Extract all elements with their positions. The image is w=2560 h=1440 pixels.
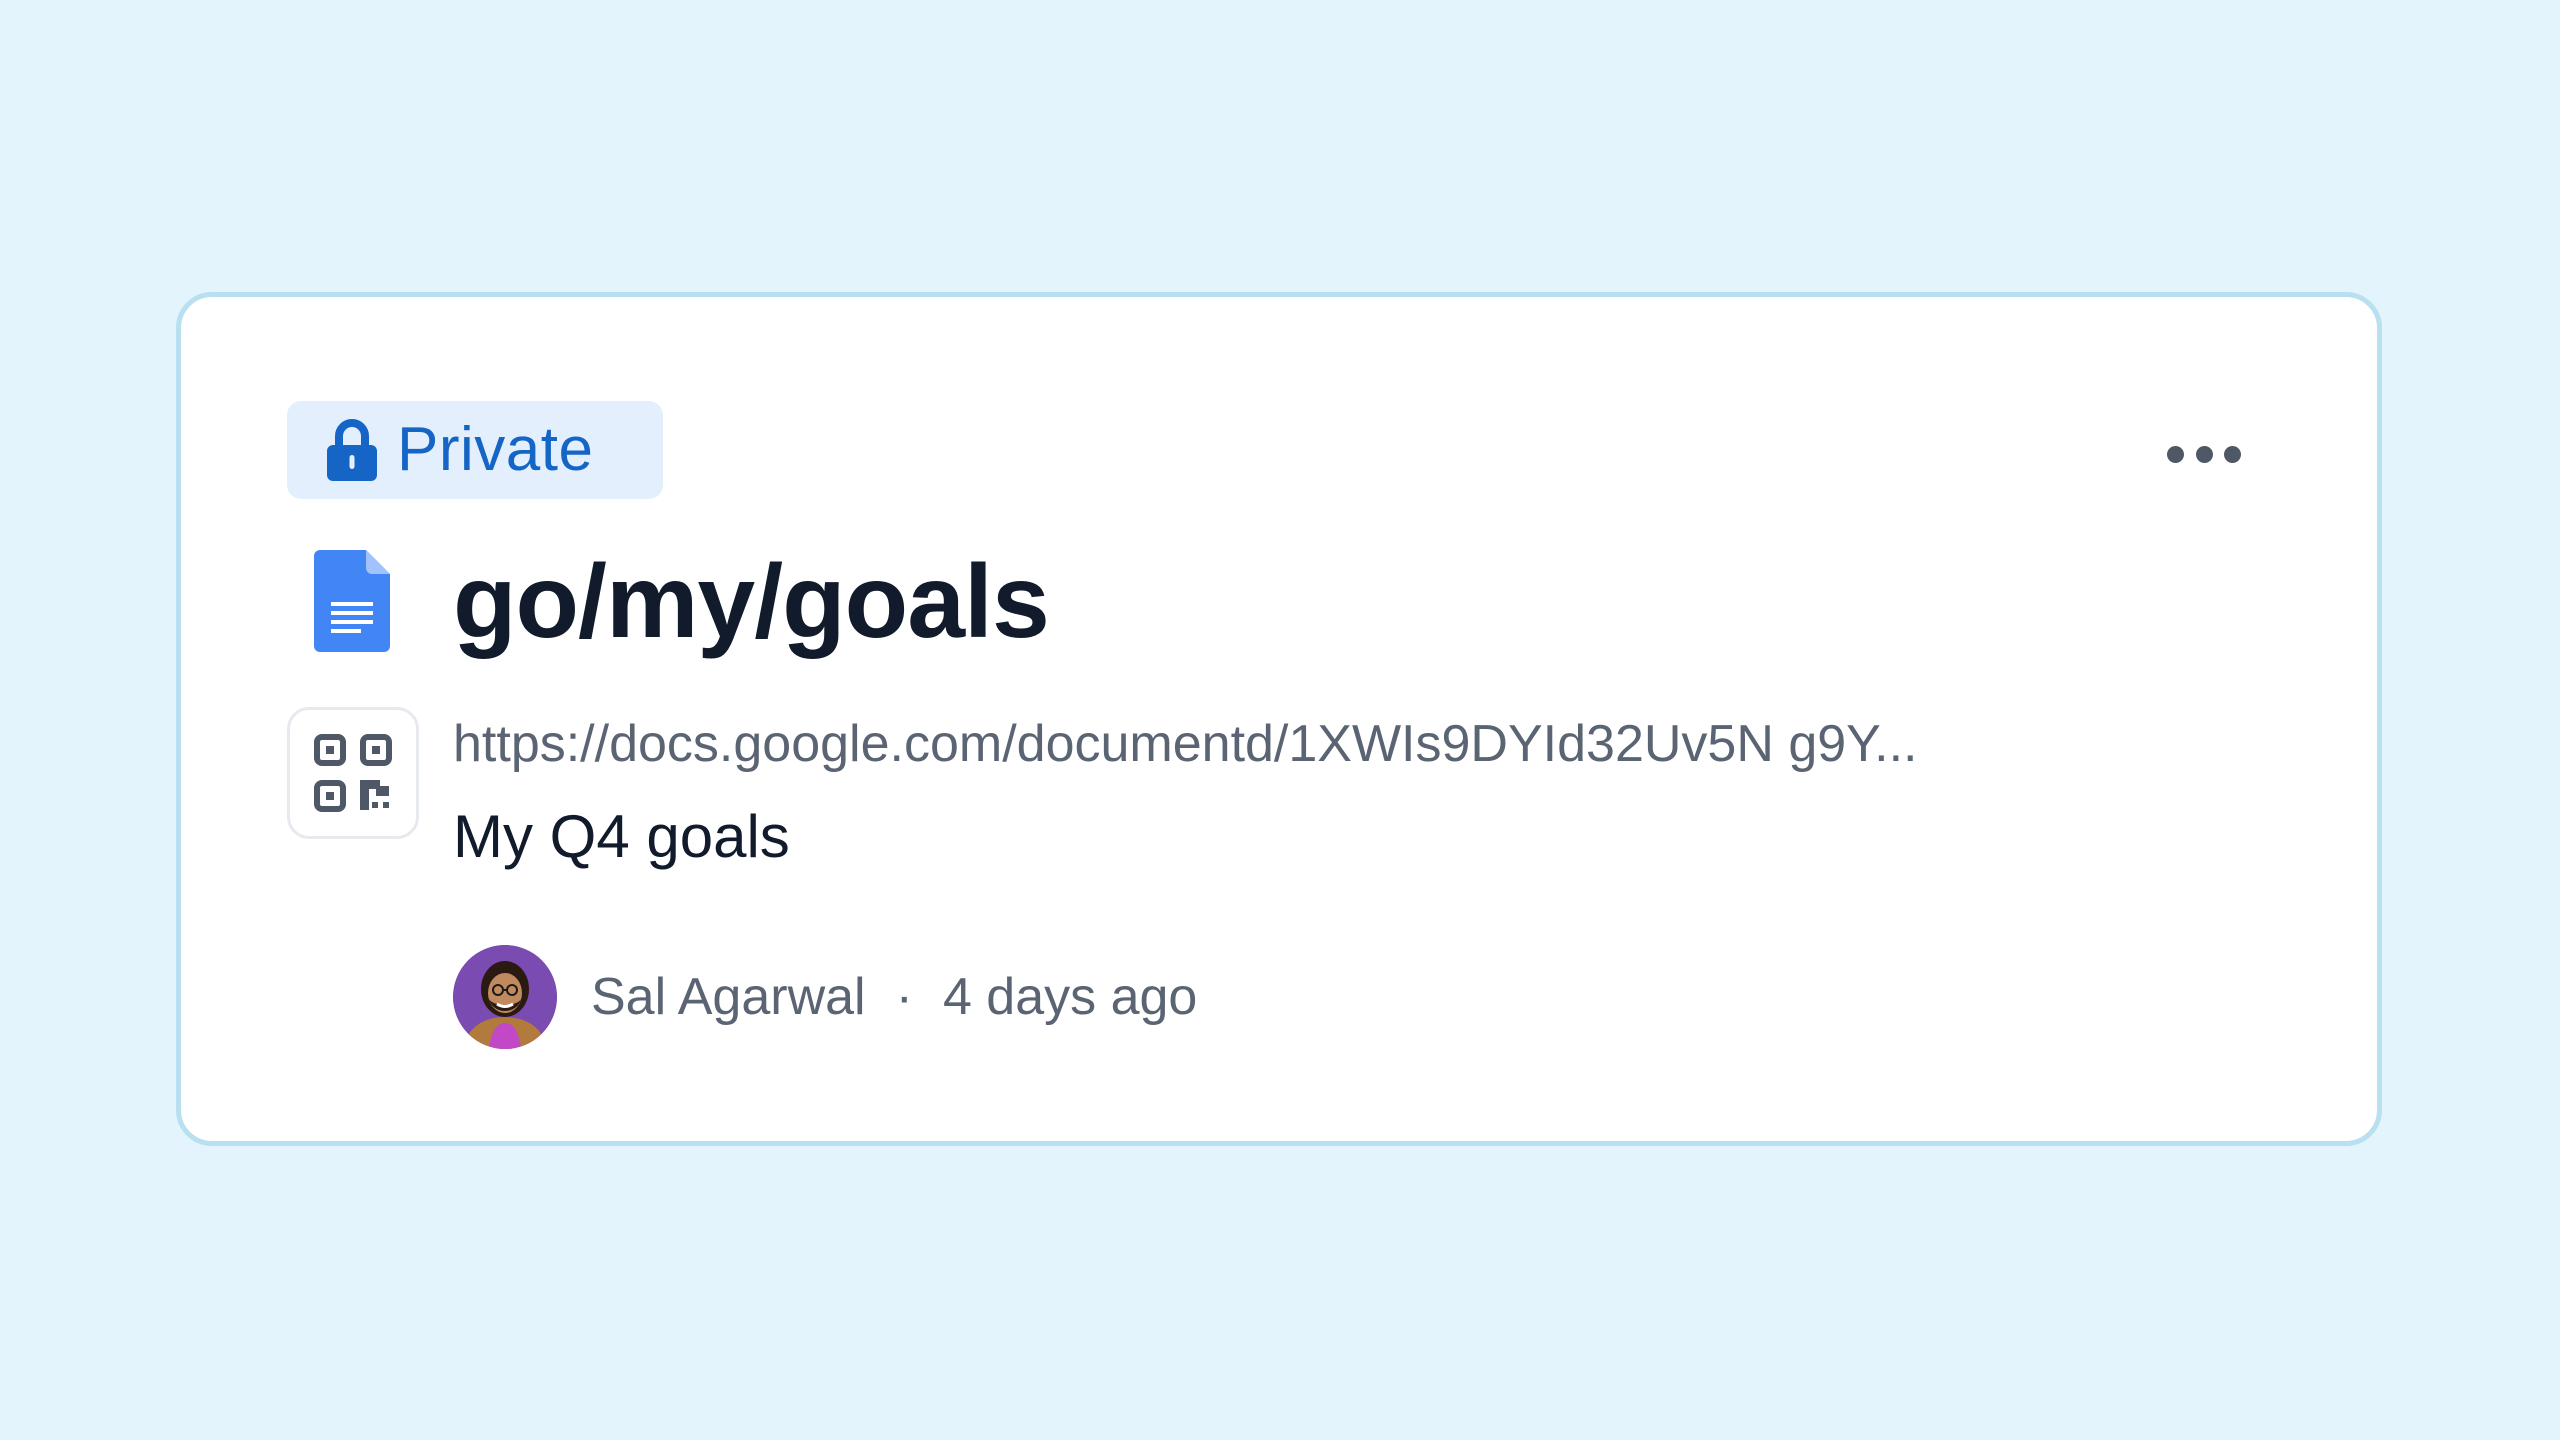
link-meta: Sal Agarwal · 4 days ago: [453, 945, 1197, 1049]
avatar[interactable]: [453, 945, 557, 1049]
google-docs-icon: [314, 550, 390, 652]
lock-icon: [327, 419, 377, 481]
author-name[interactable]: Sal Agarwal: [591, 967, 866, 1027]
page-background: { "link_card": { "visibility_label": "Pr…: [0, 0, 2560, 1440]
more-horizontal-icon: [2167, 445, 2184, 463]
meta-separator: ·: [895, 968, 913, 1026]
qr-code-button[interactable]: [287, 707, 419, 839]
link-description: My Q4 goals: [453, 803, 790, 870]
avatar-image: [453, 945, 557, 1049]
link-card[interactable]: Private go/my/goals https://docs.google.…: [176, 292, 2382, 1146]
visibility-label: Private: [397, 415, 594, 484]
qr-code-icon: [314, 734, 392, 812]
destination-url[interactable]: https://docs.google.com/documentd/1XWIs9…: [453, 713, 1918, 775]
more-options-button[interactable]: [2167, 441, 2241, 467]
link-title[interactable]: go/my/goals: [453, 545, 1050, 660]
visibility-badge: Private: [287, 401, 663, 499]
timestamp: 4 days ago: [942, 968, 1198, 1026]
